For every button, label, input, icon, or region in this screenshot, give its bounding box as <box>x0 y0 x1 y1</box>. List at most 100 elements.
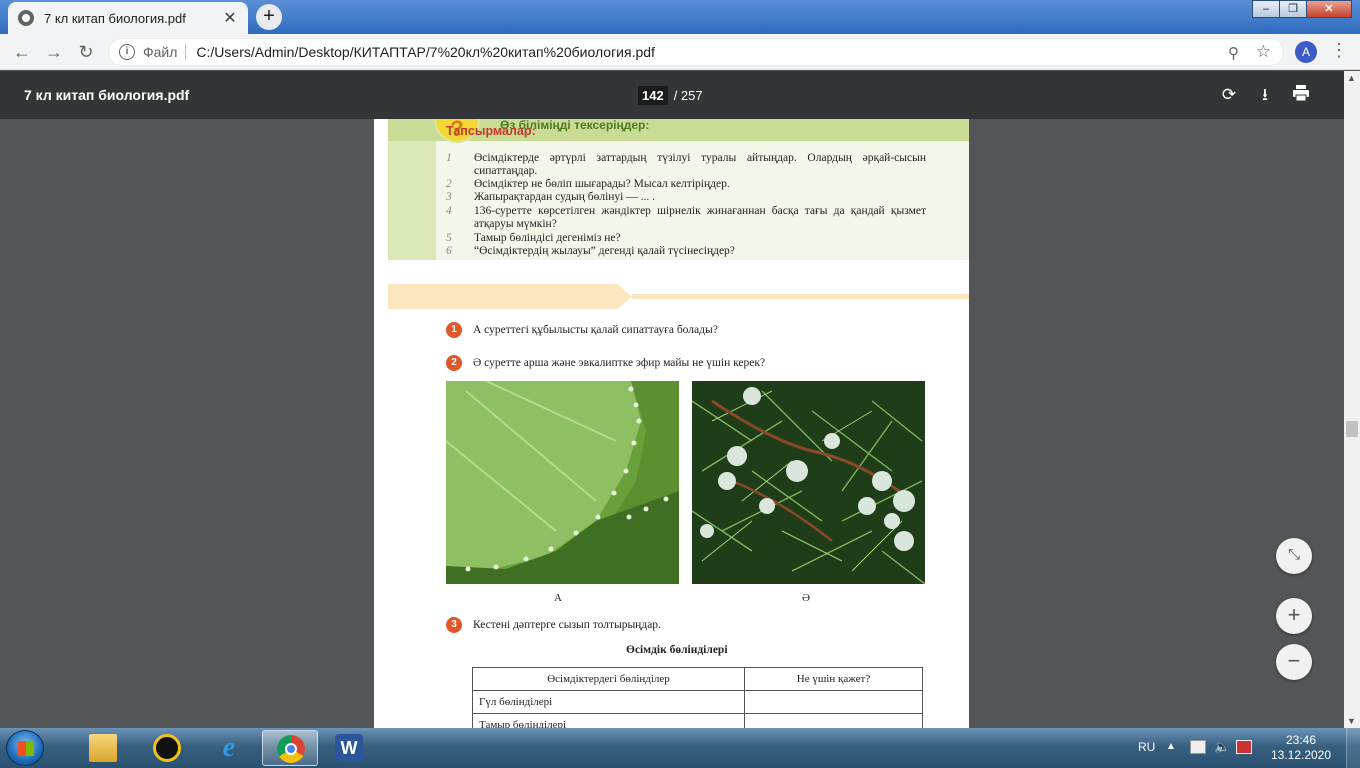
url-scheme: Файл <box>143 44 178 60</box>
vertical-scrollbar[interactable]: ▲ ▼ <box>1344 71 1360 728</box>
pdf-toolbar: 7 кл китап биология.pdf 142 / 257 ⟳ ⭳ <box>0 71 1360 119</box>
question-text: “Өсімдіктердің жылауы” дегенді қалай түс… <box>474 245 735 257</box>
tab-close-icon[interactable]: ✕ <box>222 8 238 28</box>
question-text: 136-суретте көрсетілген жәндіктер шірнел… <box>474 205 926 230</box>
address-bar[interactable]: i Файл C:/Users/Admin/Desktop/КИТАПТАР/7… <box>108 38 1284 66</box>
clock-time: 23:46 <box>1285 733 1317 747</box>
question-number: 4 <box>446 205 452 217</box>
task-item: 2 Ә суретте арша және эвкалиптке эфир ма… <box>446 355 765 371</box>
table-row: Тамыр бөліндiлері <box>472 713 923 728</box>
question-number: 1 <box>446 152 452 164</box>
internet-explorer-icon[interactable]: e <box>201 730 257 766</box>
table-header: Не үшін қажет? <box>744 667 923 691</box>
app-launcher-icon[interactable] <box>139 730 195 766</box>
caption-b: Ә <box>802 592 810 604</box>
info-icon[interactable]: i <box>119 44 135 60</box>
reload-icon[interactable]: ↻ <box>74 40 98 64</box>
rotate-icon[interactable]: ⟳ <box>1218 84 1240 106</box>
browser-tab-strip: 7 кл китап биология.pdf ✕ + – ❐ ✕ <box>0 0 1360 34</box>
scroll-down-arrow-icon[interactable]: ▼ <box>1347 716 1356 726</box>
tasks-rule <box>632 294 969 299</box>
question-item: 3 Жапырақтардан судың бөлінуі — ... . <box>446 191 926 204</box>
task-text: Ә суретте арша және эвкалиптке эфир майы… <box>473 357 766 369</box>
start-button[interactable] <box>6 730 44 766</box>
window-controls: – ❐ ✕ <box>1252 0 1352 20</box>
download-icon[interactable]: ⭳ <box>1254 84 1276 106</box>
word-icon[interactable]: W <box>321 730 377 766</box>
task-text: Кестені дәптерге сызып толтырыңдар. <box>473 619 661 631</box>
task-number-badge: 2 <box>446 355 462 371</box>
question-text: Өсімдіктерде әртүрлі заттардың түзілуі т… <box>474 152 926 177</box>
file-explorer-icon[interactable] <box>75 730 131 766</box>
table-title: Өсімдік бөлінділері <box>626 644 728 656</box>
clock-date: 13.12.2020 <box>1270 748 1332 762</box>
volume-icon[interactable]: 🔈 <box>1214 740 1230 754</box>
tab-pdf[interactable]: 7 кл китап биология.pdf ✕ <box>8 2 248 34</box>
page-indicator: 142 / 257 <box>638 86 703 105</box>
maximize-button[interactable]: ❐ <box>1279 0 1307 18</box>
url-separator <box>185 44 187 60</box>
tasks-ribbon <box>388 284 632 309</box>
question-number: 2 <box>446 178 452 190</box>
question-number: 3 <box>446 191 452 203</box>
back-arrow-icon[interactable]: ← <box>10 40 34 64</box>
table-cell-empty <box>744 713 923 728</box>
question-text: Өсімдіктер не бөліп шығарады? Мысал келт… <box>474 178 730 190</box>
table-header: Өсімдіктердегі бөліндiлер <box>472 667 745 691</box>
task-item: 3 Кестені дәптерге сызып толтырыңдар. <box>446 617 661 633</box>
task-number-badge: 1 <box>446 322 462 338</box>
zoom-out-button[interactable]: − <box>1276 644 1312 680</box>
url-text[interactable]: C:/Users/Admin/Desktop/КИТАПТАР/7%20кл%2… <box>196 44 655 60</box>
show-desktop-button[interactable] <box>1346 728 1360 768</box>
table-header-row: Өсімдіктердегі бөліндiлер Не үшін қажет? <box>472 667 923 691</box>
scroll-up-arrow-icon[interactable]: ▲ <box>1347 73 1356 83</box>
page-number-input[interactable]: 142 <box>638 86 668 105</box>
clock[interactable]: 23:46 13.12.2020 <box>1266 733 1336 763</box>
show-hidden-icons-icon[interactable]: ▲ <box>1166 741 1176 752</box>
question-text: Тамыр бөліндісі дегеніміз не? <box>474 232 621 244</box>
table-row: Гүл бөліндiлері <box>472 690 923 714</box>
print-icon[interactable] <box>1290 84 1312 106</box>
forward-arrow-icon[interactable]: → <box>42 40 66 64</box>
scrollbar-thumb[interactable] <box>1346 421 1358 437</box>
task-item: 1 А суреттегі құбылысты қалай сипаттауға… <box>446 322 718 338</box>
language-indicator[interactable]: RU <box>1138 740 1155 754</box>
question-item: 6 “Өсімдіктердің жылауы” дегенді қалай т… <box>446 245 926 258</box>
network-icon[interactable] <box>1236 740 1252 754</box>
page-total: / 257 <box>673 88 703 103</box>
windows-taskbar: e W RU ▲ 🔈 23:46 13.12.2020 <box>0 728 1360 768</box>
question-text: Жапырақтардан судың бөлінуі — ... . <box>474 191 655 203</box>
chrome-icon[interactable] <box>262 730 318 766</box>
profile-avatar[interactable]: A <box>1295 41 1317 63</box>
pdf-viewer[interactable]: ? Өз біліміңді тексеріңдер: 1 Өсімдіктер… <box>0 119 1344 728</box>
table-cell: Гүл бөліндiлері <box>472 690 745 714</box>
task-text: А суреттегі құбылысты қалай сипаттауға б… <box>473 324 718 336</box>
pdf-page: ? Өз біліміңді тексеріңдер: 1 Өсімдіктер… <box>374 119 969 728</box>
browser-toolbar: ← → ↻ i Файл C:/Users/Admin/Desktop/КИТА… <box>0 34 1360 70</box>
kebab-menu-icon[interactable]: ⋮ <box>1330 40 1348 61</box>
new-tab-button[interactable]: + <box>256 4 282 30</box>
close-window-button[interactable]: ✕ <box>1306 0 1352 18</box>
minimize-button[interactable]: – <box>1252 0 1280 18</box>
flag-icon[interactable] <box>1190 740 1206 754</box>
juniper-branch-photo <box>692 381 925 584</box>
zoom-magnifier-icon[interactable]: ⚲ <box>1228 44 1239 62</box>
tab-title: 7 кл китап биология.pdf <box>44 10 186 26</box>
table-cell-empty <box>744 690 923 714</box>
globe-icon <box>18 10 34 26</box>
question-number: 5 <box>446 232 452 244</box>
secretions-table: Өсімдіктердегі бөліндiлер Не үшін қажет?… <box>472 667 923 728</box>
task-number-badge: 3 <box>446 617 462 633</box>
question-item: 4 136-суретте көрсетілген жәндіктер шірн… <box>446 205 926 231</box>
question-number: 6 <box>446 245 452 257</box>
tasks-band <box>388 284 969 309</box>
tasks-title: Тапсырмалар: <box>446 124 536 138</box>
caption-a: А <box>554 592 562 604</box>
zoom-in-button[interactable]: + <box>1276 598 1312 634</box>
question-item: 2 Өсімдіктер не бөліп шығарады? Мысал ке… <box>446 178 926 191</box>
bookmark-star-icon[interactable]: ☆ <box>1256 42 1271 62</box>
table-cell: Тамыр бөліндiлері <box>472 713 745 728</box>
question-item: 1 Өсімдіктерде әртүрлі заттардың түзілуі… <box>446 152 926 178</box>
system-tray: RU ▲ 🔈 23:46 13.12.2020 <box>1130 728 1360 768</box>
fit-to-page-icon[interactable]: ⤡ <box>1276 538 1312 574</box>
